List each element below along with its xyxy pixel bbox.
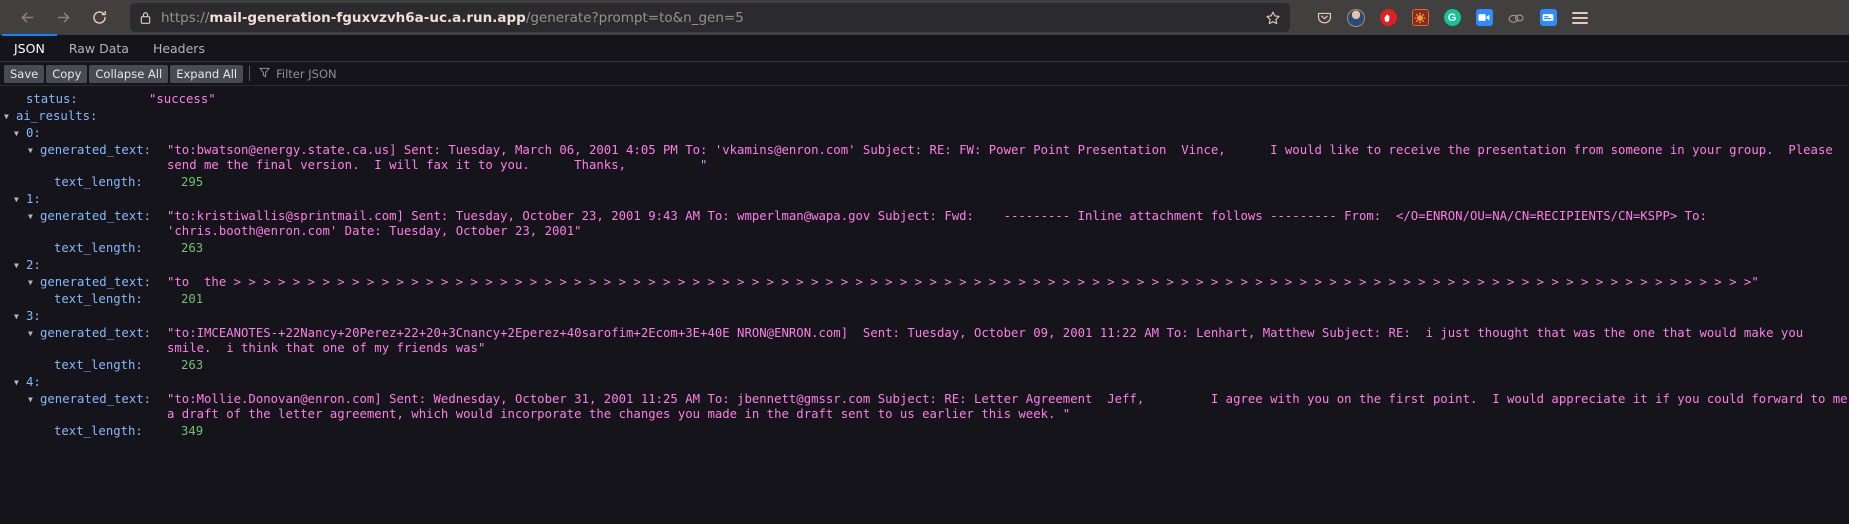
chevron-down-icon[interactable]: ▼ <box>28 275 38 290</box>
url-text: https://mail-generation-fguxvzvh6a-uc.a.… <box>161 9 744 26</box>
chevron-down-icon[interactable]: ▼ <box>14 126 24 141</box>
toolbar-separator <box>249 66 251 81</box>
json-row-generated-text[interactable]: ▼ generated_text: "to:Mollie.Donovan@enr… <box>0 391 1849 423</box>
bookmark-star-icon[interactable] <box>1265 10 1281 26</box>
lock-icon <box>139 11 152 25</box>
tab-headers[interactable]: Headers <box>141 35 217 61</box>
json-value-text-length: 295 <box>181 175 204 189</box>
back-button[interactable] <box>10 4 44 32</box>
tab-raw-data[interactable]: Raw Data <box>57 35 141 61</box>
json-row-generated-text[interactable]: ▼ generated_text: "to:kristiwallis@sprin… <box>0 208 1849 240</box>
json-row-generated-text[interactable]: ▼ generated_text: "to the > > > > > > > … <box>0 274 1849 291</box>
json-row-text-length[interactable]: text_length: 349 <box>0 423 1849 440</box>
json-tree: status: "success" ▼ ai_results: ▼ 0: ▼ g… <box>0 86 1849 440</box>
json-key-text-length: text_length: <box>54 424 143 438</box>
json-key-status: status: <box>26 92 78 106</box>
json-row-ai-results[interactable]: ▼ ai_results: <box>0 108 1849 125</box>
json-value-text-length: 349 <box>181 424 204 438</box>
json-value-generated-text: "to:bwatson@energy.state.ca.us] Sent: Tu… <box>167 143 1841 172</box>
json-viewer: JSON Raw Data Headers Save Copy Collapse… <box>0 34 1849 524</box>
json-row-text-length[interactable]: text_length: 263 <box>0 240 1849 257</box>
json-value-generated-text: "to:IMCEANOTES-+22Nancy+20Perez+22+20+3C… <box>167 326 1811 355</box>
zoom-icon[interactable] <box>1474 8 1494 28</box>
json-row-text-length[interactable]: text_length: 201 <box>0 291 1849 308</box>
json-key-generated-text: generated_text: <box>40 275 152 289</box>
json-key-text-length: text_length: <box>54 175 143 189</box>
account-avatar[interactable] <box>1346 8 1366 28</box>
expand-all-button[interactable]: Expand All <box>170 64 244 83</box>
json-row-text-length[interactable]: text_length: 295 <box>0 174 1849 191</box>
json-key-ai-results: ai_results: <box>16 109 98 123</box>
json-row-index[interactable]: ▼ 2: <box>0 257 1849 274</box>
json-key-text-length: text_length: <box>54 292 143 306</box>
filter-icon <box>258 67 271 81</box>
json-value-generated-text: "to:kristiwallis@sprintmail.com] Sent: T… <box>167 209 1715 238</box>
card-icon[interactable] <box>1538 8 1558 28</box>
viewer-toolbar: Save Copy Collapse All Expand All Filter… <box>0 62 1849 86</box>
chevron-down-icon[interactable]: ▼ <box>28 209 38 224</box>
json-key-generated-text: generated_text: <box>40 326 152 340</box>
tab-json[interactable]: JSON <box>2 34 57 61</box>
json-row-generated-text[interactable]: ▼ generated_text: "to:bwatson@energy.sta… <box>0 142 1849 174</box>
chevron-down-icon[interactable]: ▼ <box>14 309 24 324</box>
json-key-generated-text: generated_text: <box>40 209 152 223</box>
chevron-down-icon[interactable]: ▼ <box>4 109 14 124</box>
json-row-index[interactable]: ▼ 3: <box>0 308 1849 325</box>
ublock-origin-icon[interactable] <box>1378 8 1398 28</box>
json-value-text-length: 263 <box>181 241 204 255</box>
copy-button[interactable]: Copy <box>46 64 88 83</box>
json-row-generated-text[interactable]: ▼ generated_text: "to:IMCEANOTES-+22Nanc… <box>0 325 1849 357</box>
browser-toolbar: https://mail-generation-fguxvzvh6a-uc.a.… <box>0 0 1849 35</box>
collapse-all-button[interactable]: Collapse All <box>89 64 169 83</box>
json-key-generated-text: generated_text: <box>40 143 152 157</box>
json-key-generated-text: generated_text: <box>40 392 152 406</box>
json-key-index: 0: <box>26 126 41 140</box>
chevron-down-icon[interactable]: ▼ <box>28 326 38 341</box>
filter-json-input[interactable]: Filter JSON <box>256 66 337 81</box>
json-row-index[interactable]: ▼ 1: <box>0 191 1849 208</box>
address-bar[interactable]: https://mail-generation-fguxvzvh6a-uc.a.… <box>130 3 1290 32</box>
json-value-generated-text: "to the > > > > > > > > > > > > > > > > … <box>167 275 1759 289</box>
json-row-index[interactable]: ▼ 0: <box>0 125 1849 142</box>
clouds-icon[interactable] <box>1506 8 1526 28</box>
json-row-index[interactable]: ▼ 4: <box>0 374 1849 391</box>
json-key-index: 3: <box>26 309 41 323</box>
extensions-toolbar: G <box>1314 8 1592 28</box>
forward-button[interactable] <box>46 4 80 32</box>
json-row-status[interactable]: status: "success" <box>0 91 1849 108</box>
json-value-text-length: 201 <box>181 292 204 306</box>
json-key-index: 2: <box>26 258 41 272</box>
chevron-down-icon[interactable]: ▼ <box>28 143 38 158</box>
save-button[interactable]: Save <box>4 64 45 83</box>
json-key-text-length: text_length: <box>54 241 143 255</box>
chevron-down-icon[interactable]: ▼ <box>28 392 38 407</box>
filter-placeholder: Filter JSON <box>276 66 337 81</box>
extension-gear-icon[interactable] <box>1410 8 1430 28</box>
viewer-tabs: JSON Raw Data Headers <box>0 34 1849 62</box>
chevron-down-icon[interactable]: ▼ <box>14 192 24 207</box>
json-key-text-length: text_length: <box>54 358 143 372</box>
json-row-text-length[interactable]: text_length: 263 <box>0 357 1849 374</box>
json-key-index: 1: <box>26 192 41 206</box>
json-value-text-length: 263 <box>181 358 204 372</box>
reload-button[interactable] <box>82 4 116 32</box>
app-menu-icon[interactable] <box>1570 8 1590 28</box>
chevron-down-icon[interactable]: ▼ <box>14 375 24 390</box>
chevron-down-icon[interactable]: ▼ <box>14 258 24 273</box>
json-value-generated-text: "to:Mollie.Donovan@enron.com] Sent: Wedn… <box>167 392 1848 421</box>
json-key-index: 4: <box>26 375 41 389</box>
pocket-icon[interactable] <box>1314 8 1334 28</box>
grammarly-icon[interactable]: G <box>1442 8 1462 28</box>
json-value-status: "success" <box>149 92 216 106</box>
